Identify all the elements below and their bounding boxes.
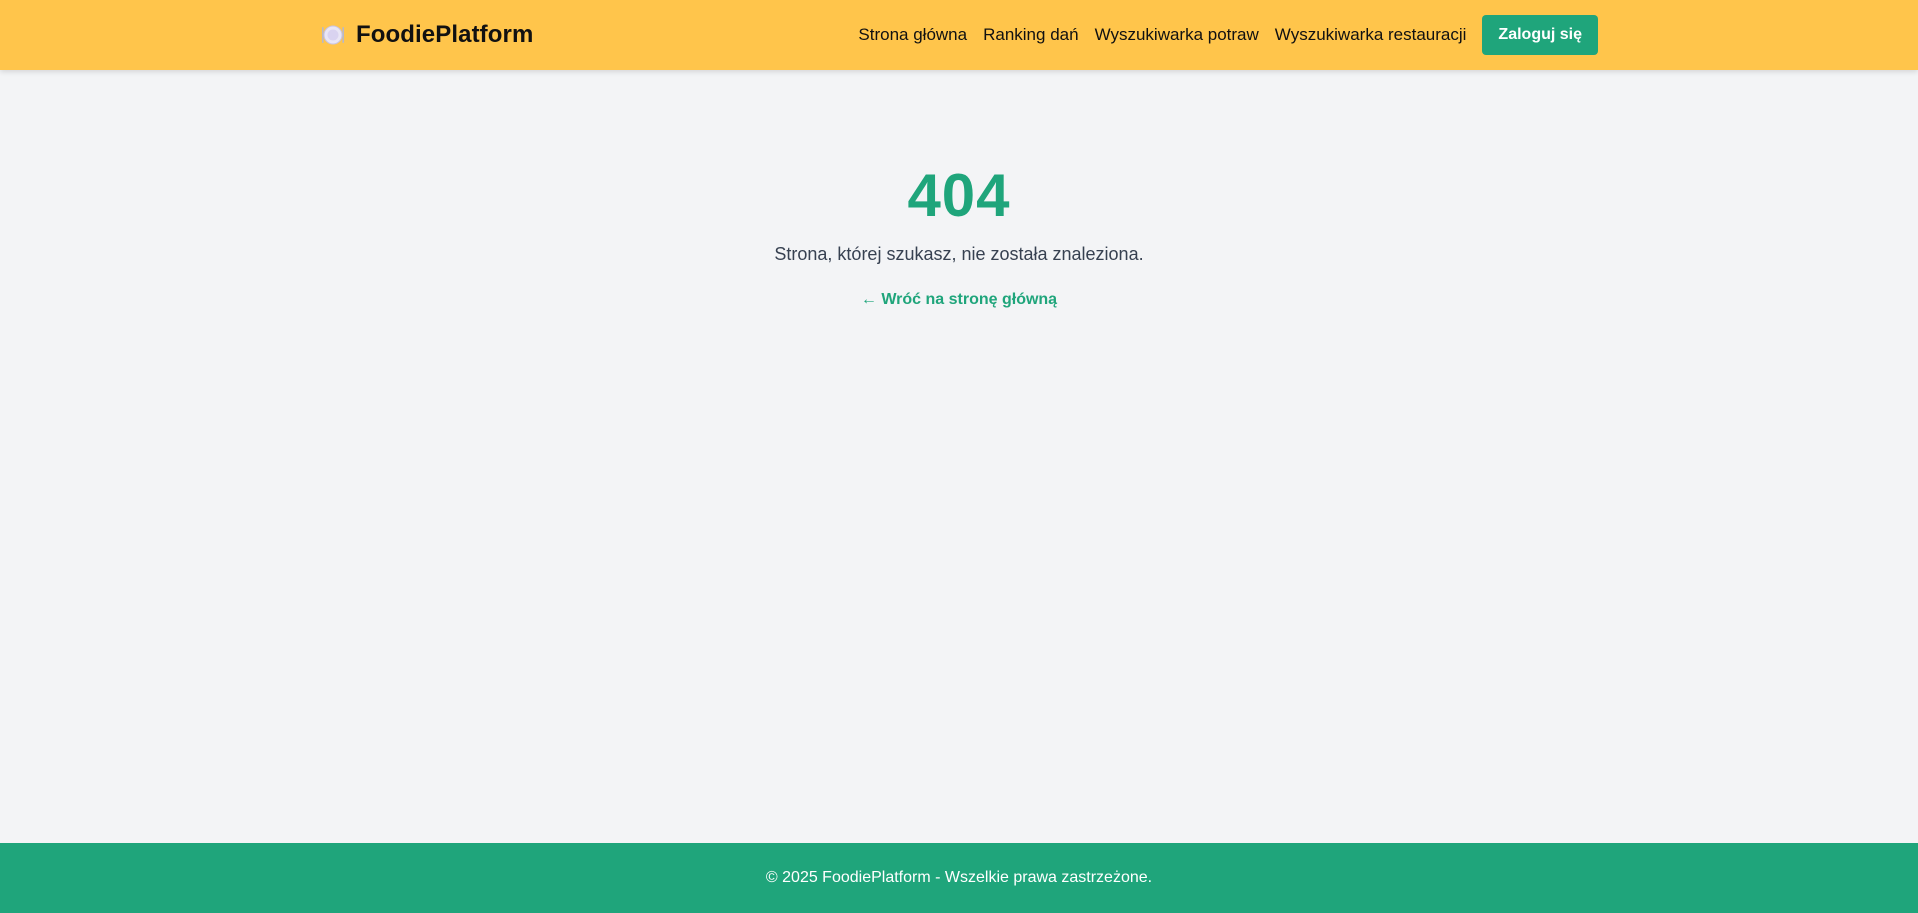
error-code: 404	[907, 162, 1011, 229]
nav-link-dish-search[interactable]: Wyszukiwarka potraw	[1095, 25, 1259, 45]
footer: © 2025 FoodiePlatform - Wszelkie prawa z…	[0, 843, 1918, 913]
top-navbar: FoodiePlatform Strona główna Ranking dań…	[0, 0, 1918, 70]
main-nav: Strona główna Ranking dań Wyszukiwarka p…	[858, 15, 1598, 55]
brand-logo-link[interactable]: FoodiePlatform	[320, 21, 533, 49]
back-to-home-link[interactable]: ← Wróć na stronę główną	[861, 291, 1057, 309]
error-message: Strona, której szukasz, nie została znal…	[774, 244, 1144, 264]
nav-link-restaurant-search[interactable]: Wyszukiwarka restauracji	[1275, 25, 1467, 45]
brand-name: FoodiePlatform	[356, 21, 534, 48]
nav-link-dish-ranking[interactable]: Ranking dań	[983, 25, 1078, 45]
error-content: 404 Strona, której szukasz, nie została …	[0, 70, 1918, 843]
plate-icon	[320, 22, 346, 48]
navbar-container: FoodiePlatform Strona główna Ranking dań…	[320, 0, 1598, 70]
nav-link-home[interactable]: Strona główna	[858, 25, 967, 45]
footer-copyright: © 2025 FoodiePlatform - Wszelkie prawa z…	[765, 869, 1153, 886]
page: FoodiePlatform Strona główna Ranking dań…	[0, 0, 1918, 913]
login-button[interactable]: Zaloguj się	[1482, 15, 1598, 55]
